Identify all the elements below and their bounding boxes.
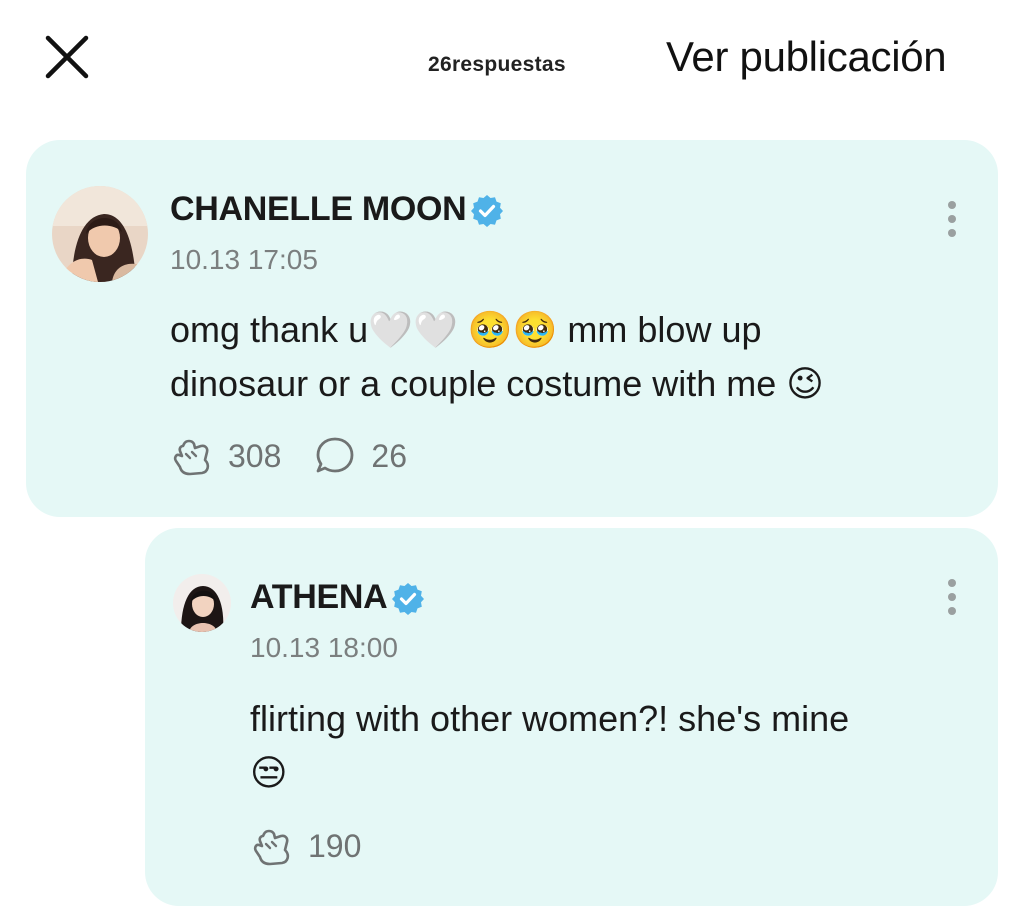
more-vertical-icon xyxy=(948,579,956,587)
like-hand-icon xyxy=(253,829,290,866)
close-button[interactable] xyxy=(40,30,94,84)
like-button[interactable]: 308 xyxy=(170,434,281,478)
reply-card: ATHENA 10.13 18:00 flirting with other w… xyxy=(145,528,998,906)
reply-stats: 190 xyxy=(250,824,393,868)
avatar[interactable] xyxy=(52,186,148,282)
comment-bubble-icon xyxy=(316,437,354,473)
like-count: 190 xyxy=(308,827,362,864)
reply-text-line: 😒 xyxy=(250,752,288,793)
reply-timestamp: 10.13 18:00 xyxy=(250,632,398,663)
avatar[interactable] xyxy=(173,574,231,632)
comment-button[interactable]: 26 xyxy=(313,434,407,478)
more-vertical-icon xyxy=(948,201,956,209)
post-timestamp: 10.13 17:05 xyxy=(170,244,318,275)
avatar-photo xyxy=(173,574,231,632)
more-options-button[interactable] xyxy=(940,196,964,246)
post-text-line: omg thank u🤍🤍 🥹🥹 mm blow up xyxy=(170,309,762,350)
post-text: omg thank u🤍🤍 🥹🥹 mm blow up dinosaur or … xyxy=(170,303,960,411)
view-post-link[interactable]: Ver publicación xyxy=(666,33,947,81)
author-row: CHANELLE MOON xyxy=(170,190,504,229)
post-text-line: dinosaur or a couple costume with me 😉 xyxy=(170,363,824,404)
avatar-photo xyxy=(52,186,148,282)
like-count: 308 xyxy=(228,437,282,474)
author-row: ATHENA xyxy=(250,578,425,617)
comment-count: 26 xyxy=(371,437,407,474)
reply-text-line: flirting with other women?! she's mine xyxy=(250,698,850,739)
author-name[interactable]: CHANELLE MOON xyxy=(170,190,467,229)
post-stats: 308 26 xyxy=(170,434,439,478)
more-options-button[interactable] xyxy=(940,574,964,624)
verified-badge-icon xyxy=(470,193,504,227)
like-hand-icon xyxy=(173,439,210,476)
top-bar: 26respuestas Ver publicación xyxy=(0,0,1024,120)
reply-count: 26respuestas xyxy=(428,53,566,76)
author-name[interactable]: ATHENA xyxy=(250,578,388,617)
reply-text: flirting with other women?! she's mine 😒 xyxy=(250,692,970,800)
like-button[interactable]: 190 xyxy=(250,824,361,868)
main-post-card: CHANELLE MOON 10.13 17:05 omg thank u🤍🤍 … xyxy=(26,140,998,517)
verified-badge-icon xyxy=(391,581,425,615)
close-icon xyxy=(45,35,89,79)
